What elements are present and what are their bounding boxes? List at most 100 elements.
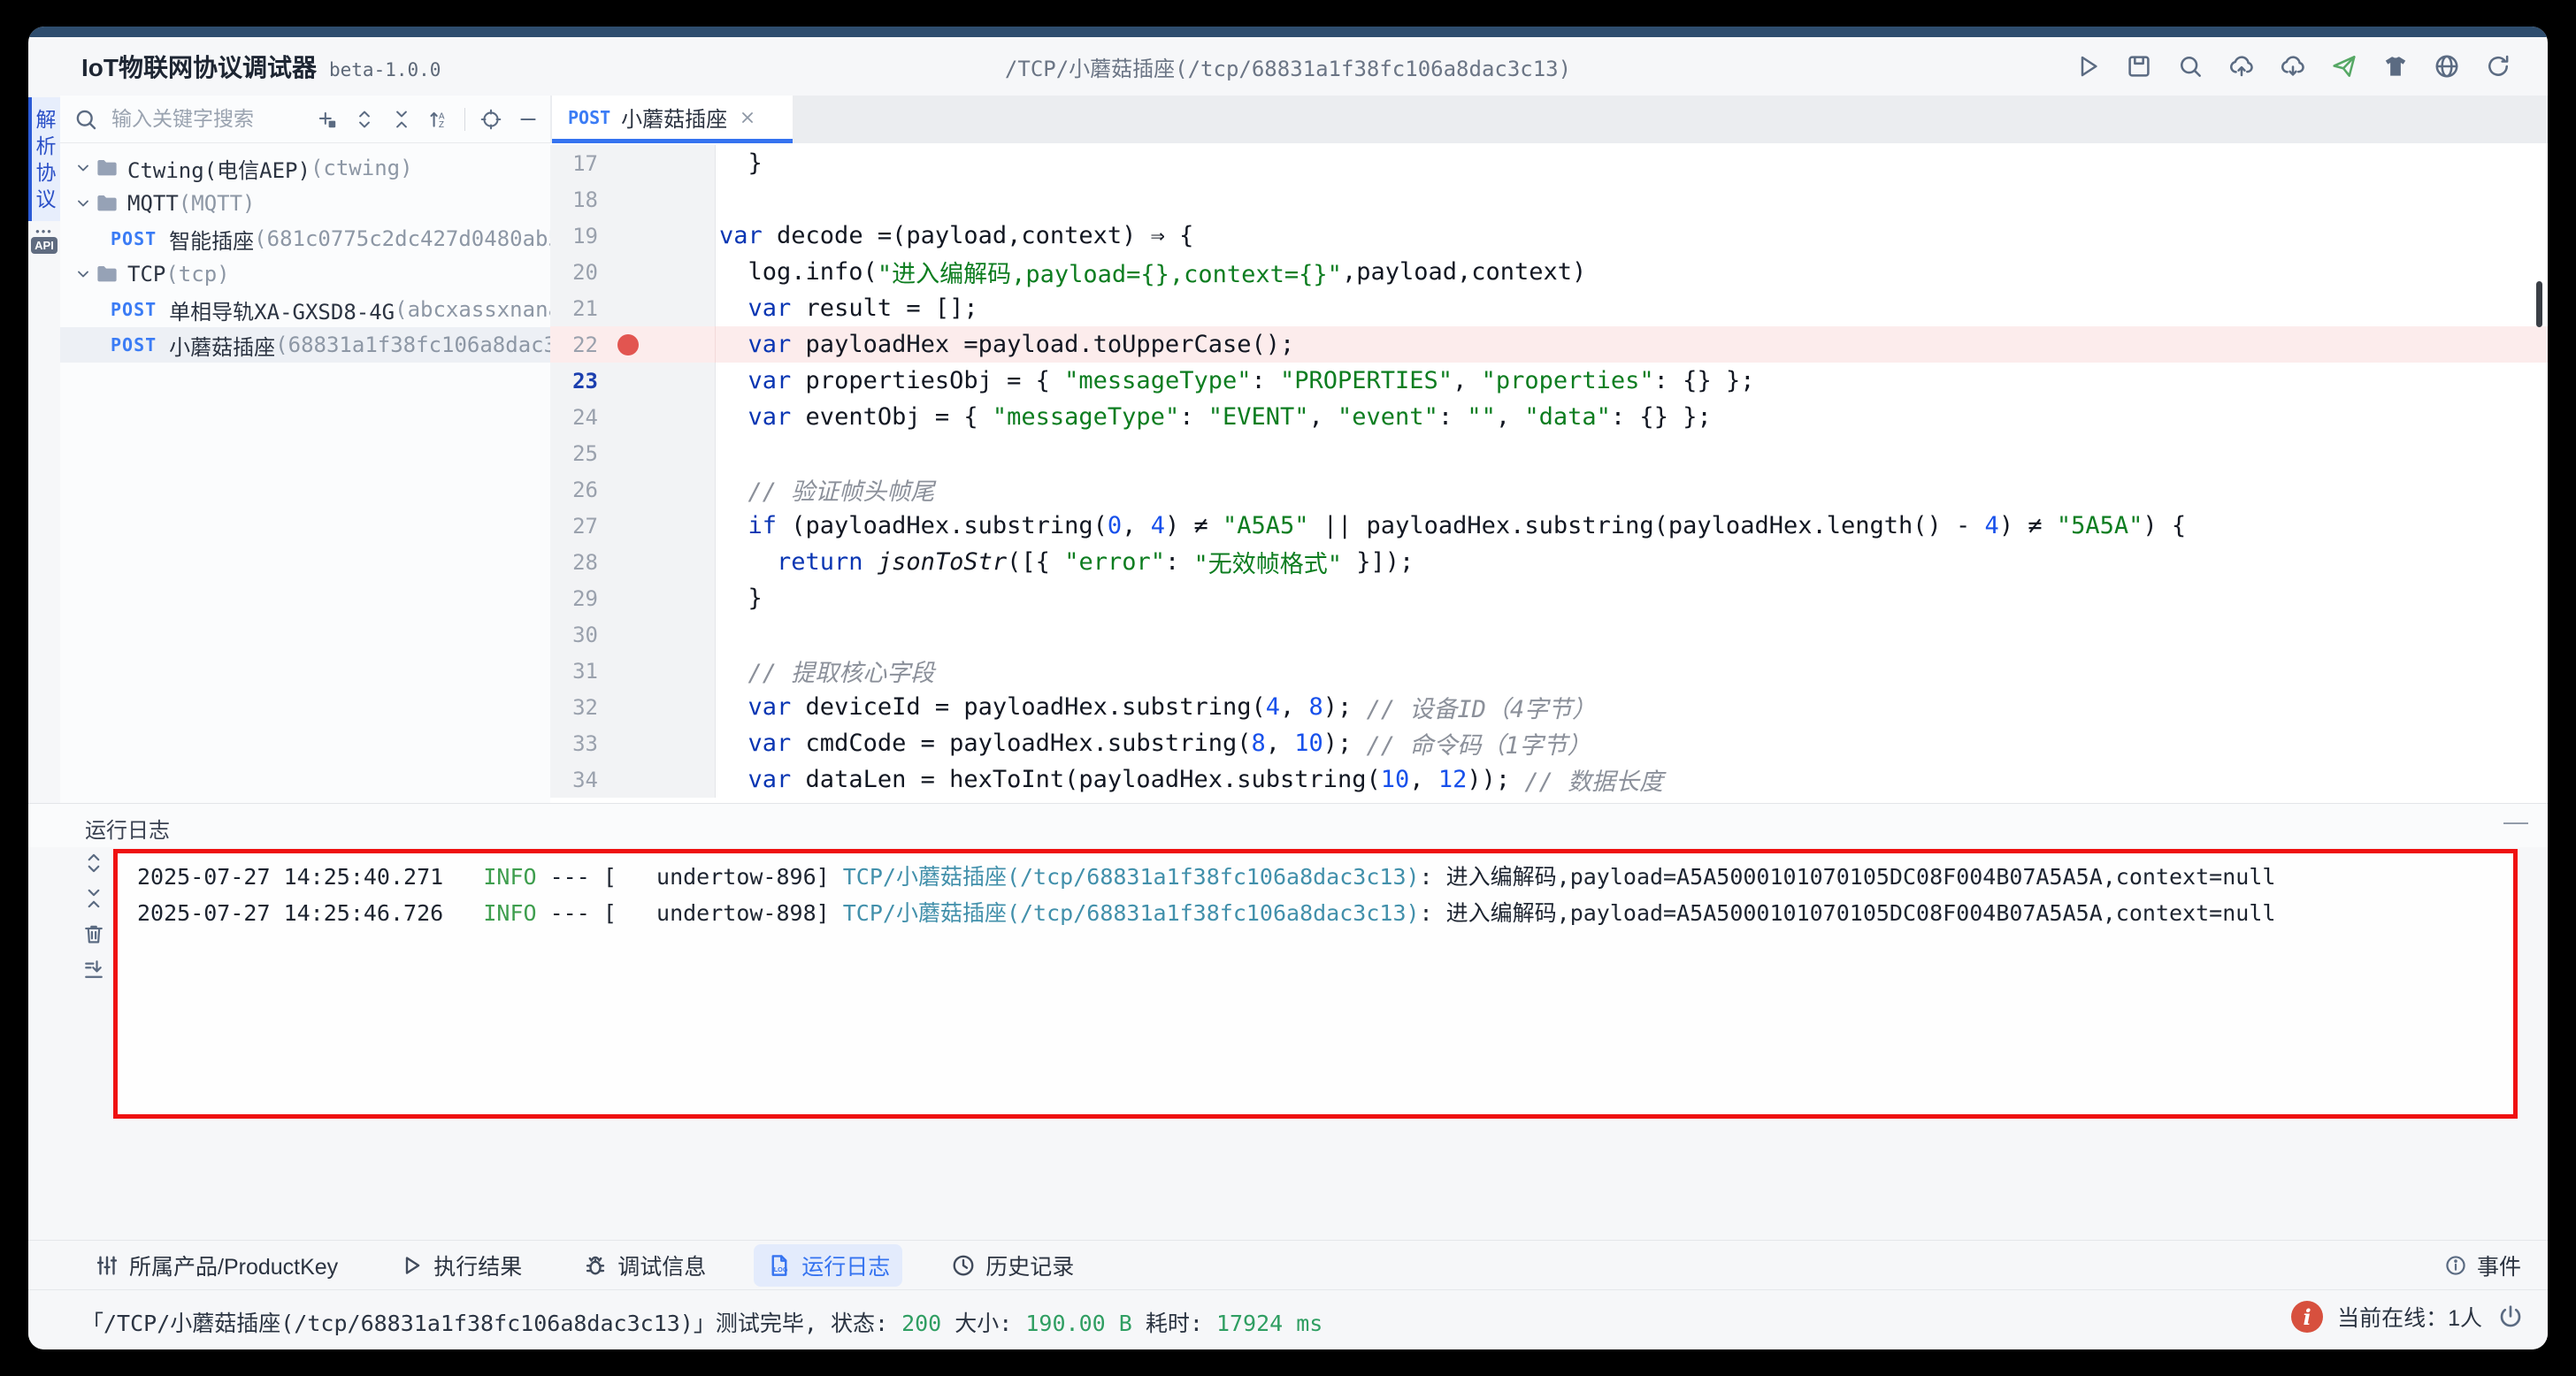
editor-tab-mushroom-socket[interactable]: POST 小蘑菇插座 [552, 96, 793, 143]
code-text[interactable] [715, 616, 2548, 653]
code-text[interactable]: var dataLen = hexToInt(payloadHex.substr… [715, 761, 2548, 798]
code-editor[interactable]: POST 小蘑菇插座 17 }1819var decode =(payload,… [550, 96, 2548, 803]
log-source-link[interactable]: TCP/小蘑菇插座(/tcp/68831a1f38fc106a8dac3c13) [843, 864, 1420, 890]
breakpoint-slot[interactable] [617, 226, 639, 247]
editor-scrollbar[interactable] [2536, 281, 2542, 327]
code-text[interactable]: var decode =(payload,context) ⇒ { [715, 218, 2548, 254]
code-text[interactable] [715, 181, 2548, 218]
tree-item-request-rail-meter[interactable]: POST单相导轨XA-GXSD8-4G(abcxassxnana [60, 292, 550, 327]
code-text[interactable]: var result = []; [715, 290, 2548, 326]
gutter-line-21[interactable]: 21 [550, 290, 715, 326]
minimize-log-icon[interactable]: — [2503, 807, 2528, 836]
breakpoint-slot[interactable] [617, 661, 639, 682]
add-new-icon[interactable] [316, 108, 339, 131]
bottom-tab-exec-result[interactable]: 执行结果 [386, 1244, 534, 1287]
code-text[interactable]: return jsonToStr([{ "error": "无效帧格式" }])… [715, 544, 2548, 580]
gutter-line-18[interactable]: 18 [550, 181, 715, 218]
close-icon[interactable] [738, 108, 757, 127]
gutter-line-28[interactable]: 28 [550, 544, 715, 580]
sort-az-icon[interactable]: AZ [427, 108, 450, 131]
chevron-down-icon[interactable] [73, 157, 94, 179]
breakpoint-slot[interactable] [617, 298, 639, 319]
gutter-line-29[interactable]: 29 [550, 580, 715, 616]
gutter-line-17[interactable]: 17 [550, 145, 715, 181]
activity-tab-parse-protocol[interactable]: 解析协议 [28, 97, 60, 221]
chevron-down-icon[interactable] [73, 264, 94, 285]
gutter-line-33[interactable]: 33 [550, 725, 715, 761]
breakpoint-slot[interactable] [617, 371, 639, 392]
code-text[interactable]: var deviceId = payloadHex.substring(4, 8… [715, 689, 2548, 725]
search-icon[interactable] [2176, 52, 2204, 80]
breakpoint-slot[interactable] [617, 479, 639, 501]
activity-tab-api[interactable]: ••• API [29, 228, 59, 254]
log-source-link[interactable]: TCP/小蘑菇插座(/tcp/68831a1f38fc106a8dac3c13) [843, 900, 1420, 926]
bottom-tab-product[interactable]: 所属产品/ProductKey [81, 1244, 350, 1287]
tree-item-folder-tcp[interactable]: TCP(tcp) [60, 256, 550, 292]
breakpoint-slot[interactable] [617, 189, 639, 210]
gutter-line-25[interactable]: 25 [550, 435, 715, 471]
gutter-line-20[interactable]: 20 [550, 254, 715, 290]
refresh-icon[interactable] [2484, 52, 2512, 80]
power-icon[interactable] [2496, 1303, 2525, 1331]
code-text[interactable] [715, 435, 2548, 471]
code-text[interactable]: log.info("进入编解码,payload={},context={}",p… [715, 254, 2548, 290]
save-icon[interactable] [2125, 52, 2153, 80]
tree-item-folder-mqtt[interactable]: MQTT(MQTT) [60, 186, 550, 221]
code-text[interactable]: var propertiesObj = { "messageType": "PR… [715, 363, 2548, 399]
expand-all-icon[interactable] [353, 108, 376, 131]
gutter-line-32[interactable]: 32 [550, 689, 715, 725]
gutter-line-34[interactable]: 34 [550, 761, 715, 798]
gutter-line-22[interactable]: 22 [550, 326, 715, 363]
locate-icon[interactable] [479, 108, 502, 131]
code-text[interactable]: var cmdCode = payloadHex.substring(8, 10… [715, 725, 2548, 761]
breakpoint-slot[interactable] [617, 407, 639, 428]
trash-icon[interactable] [81, 921, 106, 946]
chevron-down-icon[interactable] [73, 193, 94, 214]
gutter-line-27[interactable]: 27 [550, 508, 715, 544]
tshirt-icon[interactable] [2381, 52, 2410, 80]
collapse-all-icon[interactable] [390, 108, 413, 131]
breakpoint-slot[interactable] [617, 624, 639, 646]
cloud-upload-icon[interactable] [2227, 52, 2256, 80]
breakpoint-slot[interactable] [617, 262, 639, 283]
breakpoint-slot[interactable] [617, 697, 639, 718]
online-info-badge[interactable]: i [2291, 1301, 2323, 1333]
breakpoint-slot[interactable] [617, 516, 639, 537]
globe-icon[interactable] [2433, 52, 2461, 80]
gutter-line-30[interactable]: 30 [550, 616, 715, 653]
events-button[interactable]: 事件 [2443, 1250, 2521, 1281]
bottom-tab-history[interactable]: 历史记录 [938, 1244, 1086, 1287]
search-input[interactable] [110, 106, 305, 132]
gutter-line-24[interactable]: 24 [550, 399, 715, 435]
gutter-line-26[interactable]: 26 [550, 471, 715, 508]
breakpoint-slot[interactable] [617, 769, 639, 791]
tree-item-request-mushroom-socket[interactable]: POST小蘑菇插座(68831a1f38fc106a8dac3c13) [60, 327, 550, 363]
collapse-all-icon[interactable] [81, 886, 106, 911]
tree-item-folder-ctwing[interactable]: Ctwing(电信AEP)(ctwing) [60, 150, 550, 186]
code-text[interactable]: } [715, 145, 2548, 181]
breakpoint-slot[interactable] [617, 733, 639, 754]
run-icon[interactable] [2074, 52, 2102, 80]
breakpoint-slot[interactable] [617, 153, 639, 174]
gutter-line-31[interactable]: 31 [550, 653, 715, 689]
bottom-tab-run-log[interactable]: LOG运行日志 [754, 1244, 902, 1287]
minus-icon[interactable] [517, 108, 540, 131]
code-text[interactable]: var eventObj = { "messageType": "EVENT",… [715, 399, 2548, 435]
send-plane-icon[interactable] [2330, 52, 2358, 80]
breakpoint-icon[interactable] [617, 334, 639, 355]
expand-all-icon[interactable] [81, 851, 106, 875]
breakpoint-slot[interactable] [617, 588, 639, 609]
gutter-line-19[interactable]: 19 [550, 218, 715, 254]
breakpoint-slot[interactable] [617, 552, 639, 573]
code-text[interactable]: } [715, 580, 2548, 616]
breakpoint-slot[interactable] [617, 443, 639, 464]
cloud-download-icon[interactable] [2279, 52, 2307, 80]
export-log-icon[interactable] [81, 957, 106, 982]
gutter-line-23[interactable]: 23 [550, 363, 715, 399]
tree-item-request-smart-socket[interactable]: POST智能插座(681c0775c2dc427d0480ab5 [60, 221, 550, 256]
bottom-tab-debug-info[interactable]: 调试信息 [570, 1244, 718, 1287]
code-text[interactable]: // 提取核心字段 [715, 653, 2548, 689]
code-text[interactable]: if (payloadHex.substring(0, 4) ≠ "A5A5" … [715, 508, 2548, 544]
code-text[interactable]: // 验证帧头帧尾 [715, 471, 2548, 508]
code-text[interactable]: var payloadHex =payload.toUpperCase(); [715, 326, 2548, 363]
